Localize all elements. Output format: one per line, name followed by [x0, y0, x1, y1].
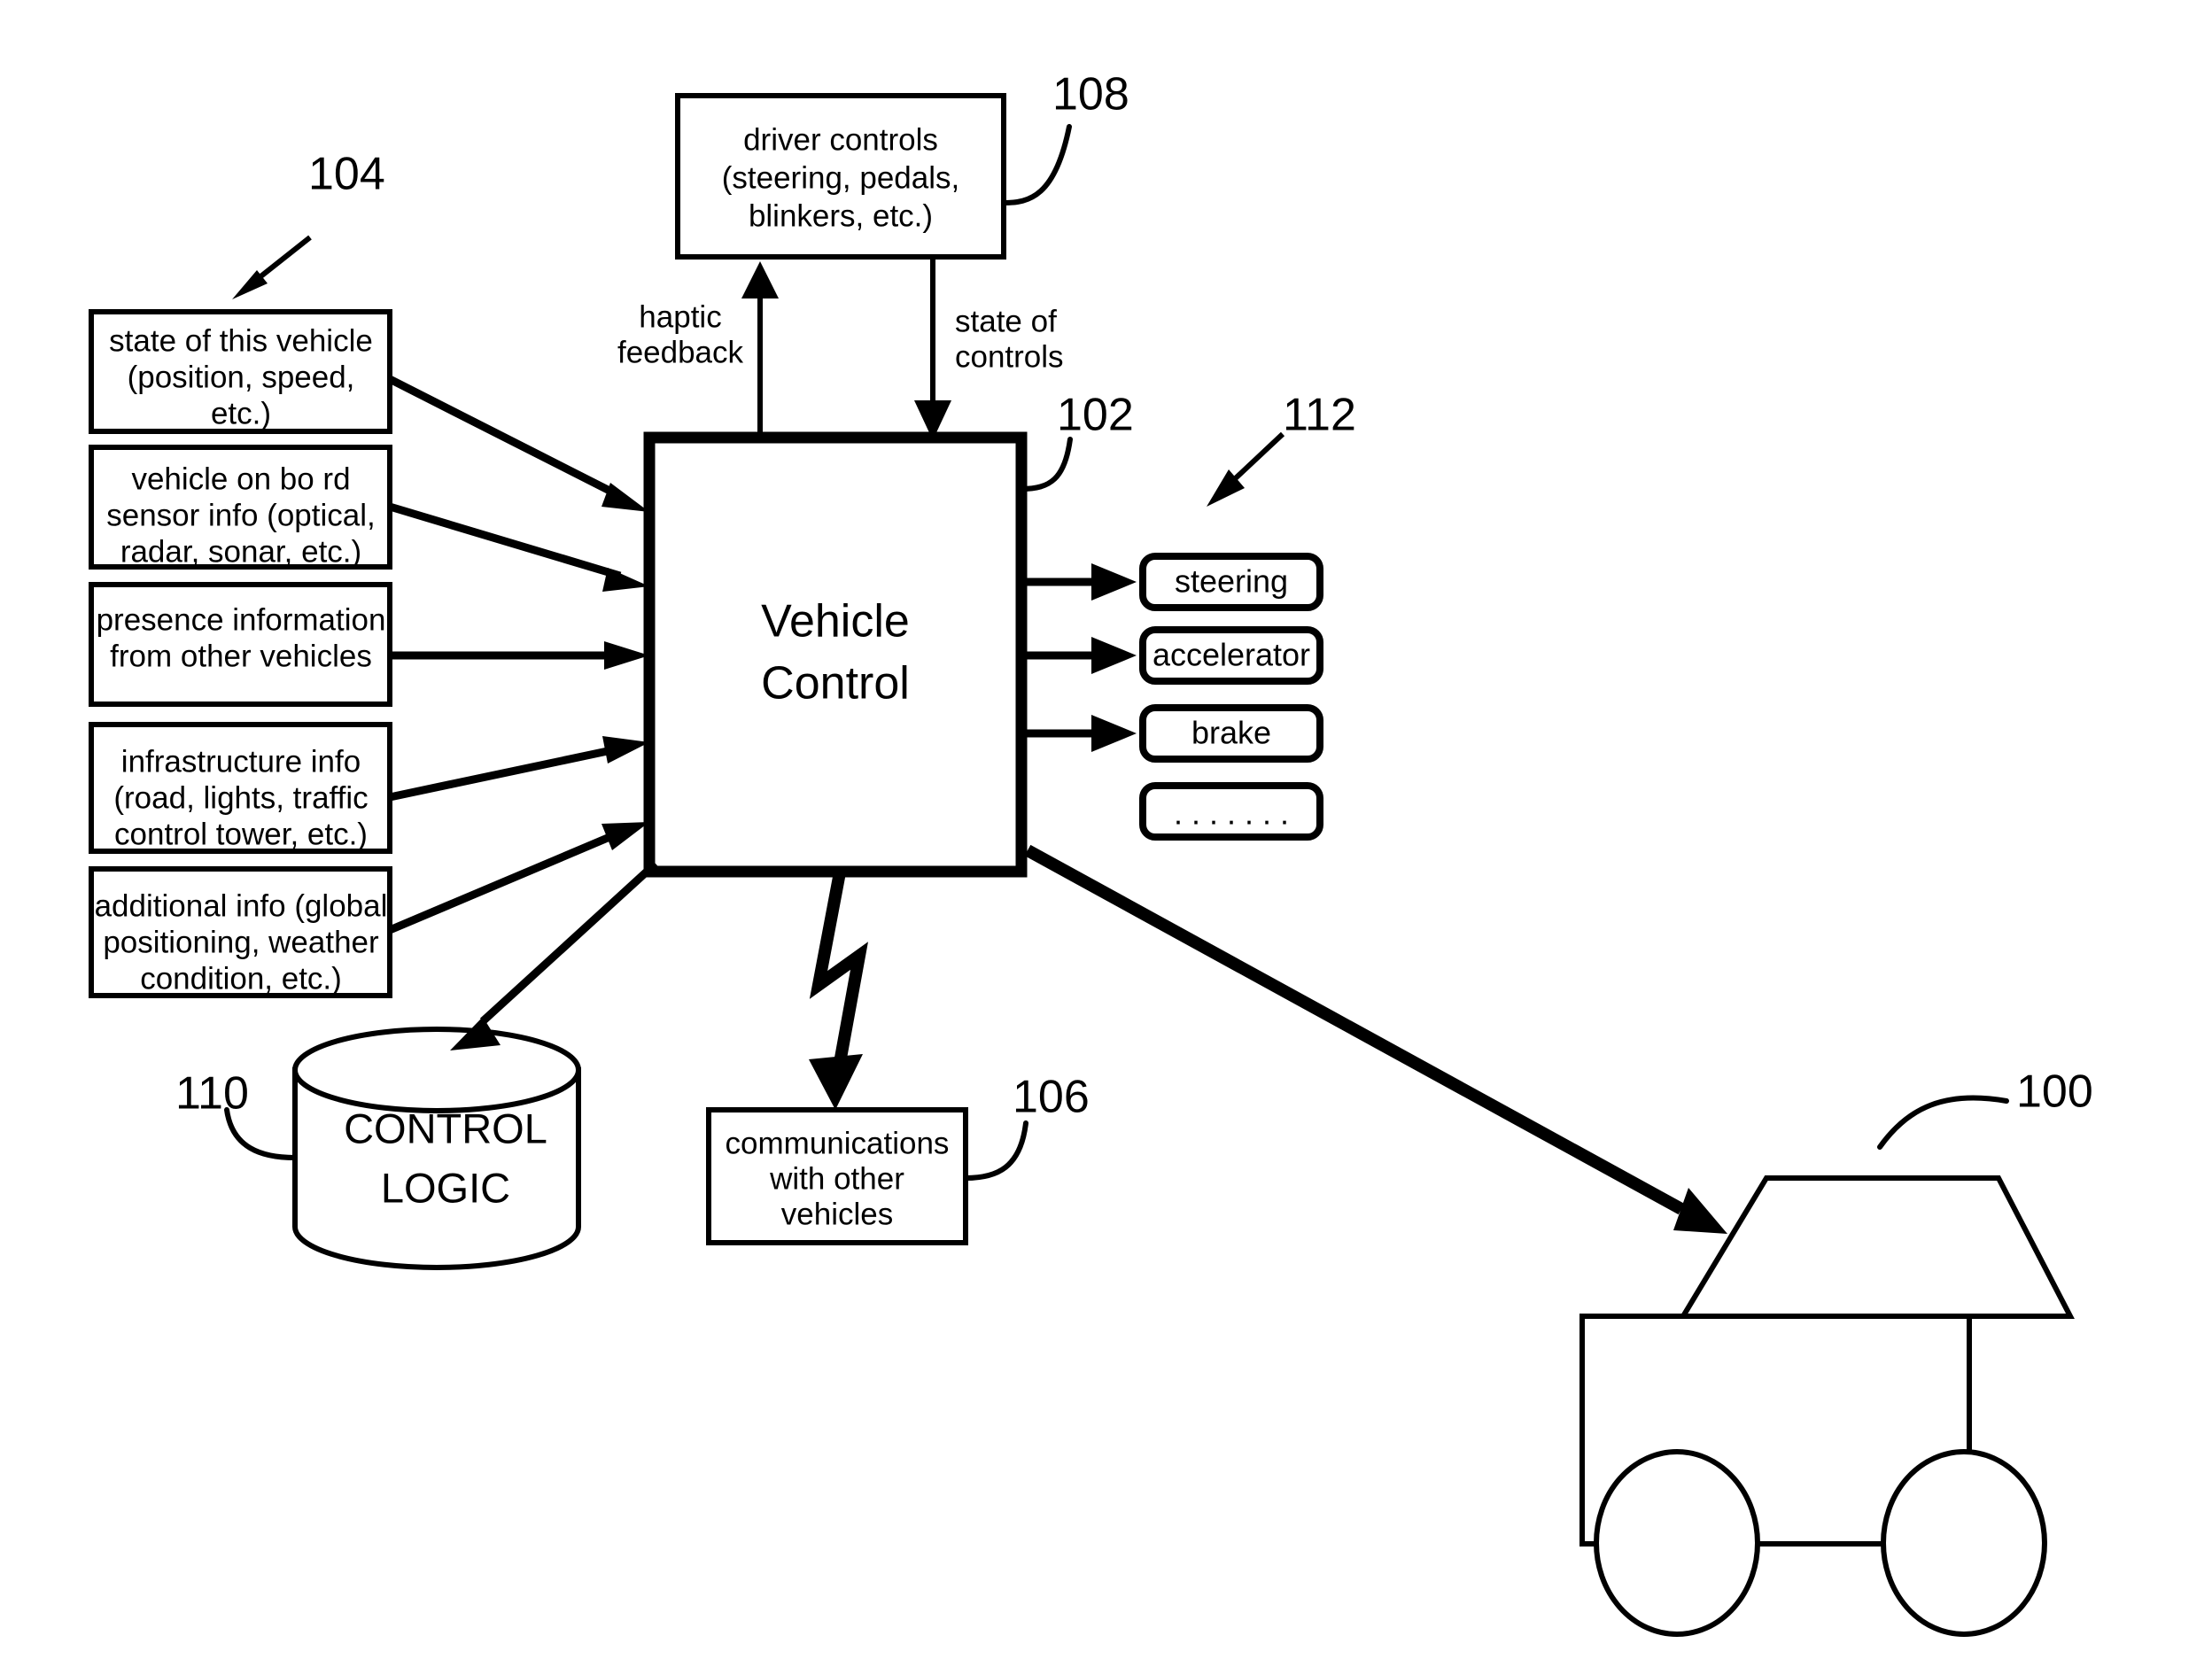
output-label: accelerator — [1153, 637, 1310, 673]
driver-controls-line: blinkers, etc.) — [749, 198, 933, 233]
input-line: control tower, etc.) — [114, 817, 368, 851]
connector-control-to-steering — [1021, 563, 1137, 601]
ref-label-108: 108 — [1052, 69, 1129, 120]
output-box-brake[interactable]: brake — [1139, 704, 1323, 763]
ref-108-leader — [1001, 124, 1072, 205]
connector-control-to-communications — [809, 871, 868, 1110]
input-box-additional-info[interactable]: additional info (global positioning, wea… — [89, 866, 392, 998]
output-box-steering[interactable]: steering — [1139, 553, 1323, 611]
connector-input-3-to-control — [390, 641, 649, 670]
ref-104-leader — [232, 235, 312, 299]
output-label: . . . . . . . — [1174, 795, 1289, 832]
output-box-ellipsis[interactable]: . . . . . . . — [1139, 782, 1323, 841]
connector-input-1-to-control — [387, 375, 649, 512]
ref-label-110: 110 — [175, 1068, 249, 1120]
control-logic-label: CONTROL — [344, 1105, 547, 1151]
ref-102-leader — [1019, 437, 1073, 492]
connector-input-2-to-control — [388, 502, 649, 592]
output-label: brake — [1191, 715, 1271, 751]
driver-controls-line: (steering, pedals, — [722, 160, 959, 195]
control-logic-cylinder[interactable]: CONTROL LOGIC — [292, 1027, 581, 1270]
state-of-controls-label: state of — [955, 304, 1057, 338]
communications-line: vehicles — [781, 1197, 893, 1231]
driver-controls-box[interactable]: driver controls (steering, pedals, blink… — [675, 93, 1006, 260]
haptic-feedback-label: feedback — [617, 335, 744, 369]
ref-100-leader — [1877, 1095, 2009, 1150]
input-line: etc.) — [211, 396, 271, 430]
vehicle-control-title: Control — [761, 658, 910, 709]
ref-112-leader — [1207, 431, 1285, 507]
ref-label-112: 112 — [1283, 390, 1356, 441]
connector-control-to-brake — [1021, 715, 1137, 752]
input-line: vehicle on bo rd — [131, 461, 350, 496]
state-of-controls-label: controls — [955, 339, 1064, 374]
input-line: condition, etc.) — [140, 961, 342, 996]
input-line: sensor info (optical, — [106, 498, 375, 532]
output-label: steering — [1175, 563, 1288, 600]
connector-haptic-feedback — [741, 261, 779, 438]
output-box-accelerator[interactable]: accelerator — [1139, 626, 1323, 685]
communications-line: with other — [769, 1161, 904, 1196]
input-line: infrastructure info — [121, 744, 361, 779]
ref-label-104: 104 — [308, 149, 385, 200]
figure-canvas: 104 state of this vehicle (position, spe… — [0, 0, 2212, 1659]
input-line: from other vehicles — [110, 639, 372, 673]
haptic-feedback-label: haptic — [639, 299, 721, 334]
input-line: positioning, weather — [103, 925, 379, 959]
vehicle-control-title: Vehicle — [761, 596, 910, 647]
input-line: presence information — [97, 602, 386, 637]
connector-state-of-controls — [914, 257, 951, 440]
connector-control-to-accelerator — [1021, 637, 1137, 674]
driver-controls-line: driver controls — [743, 122, 938, 157]
ref-label-106: 106 — [1013, 1072, 1090, 1123]
connector-control-to-vehicle — [1024, 844, 1727, 1234]
vehicle-control-block[interactable]: Vehicle Control — [643, 431, 1028, 878]
ref-106-leader — [963, 1120, 1028, 1181]
input-line: radar, sonar, etc.) — [120, 534, 361, 569]
car-illustration — [1579, 1175, 2075, 1637]
vehicle-control-diagram: 104 state of this vehicle (position, spe… — [89, 69, 2093, 1637]
input-box-infrastructure-info[interactable]: infrastructure info (road, lights, traff… — [89, 722, 392, 854]
communications-box[interactable]: communications with other vehicles — [706, 1107, 968, 1245]
input-line: (road, lights, traffic — [113, 780, 368, 815]
input-box-onboard-sensor-info[interactable]: vehicle on bo rd sensor info (optical, r… — [89, 445, 392, 570]
ref-label-102: 102 — [1057, 390, 1134, 441]
connector-input-4-to-control — [389, 736, 649, 802]
connector-input-5-to-control — [388, 822, 649, 934]
ref-label-100: 100 — [2016, 1066, 2093, 1118]
control-logic-label: LOGIC — [381, 1164, 510, 1211]
input-line: state of this vehicle — [109, 323, 373, 358]
input-box-presence-information[interactable]: presence information from other vehicles — [89, 582, 392, 707]
communications-line: communications — [726, 1126, 950, 1160]
input-line: additional info (global — [95, 888, 388, 923]
input-line: (position, speed, — [128, 360, 355, 394]
input-box-state-of-vehicle[interactable]: state of this vehicle (position, speed, … — [89, 309, 392, 434]
